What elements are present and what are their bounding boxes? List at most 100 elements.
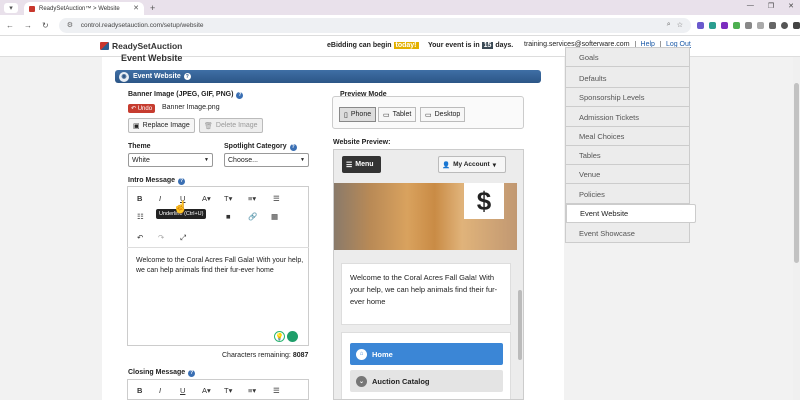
extension-icon[interactable] bbox=[721, 21, 728, 29]
maximize-icon[interactable]: ❐ bbox=[768, 2, 774, 10]
catalog-label: Auction Catalog bbox=[372, 376, 430, 386]
font-color-icon[interactable]: A▾ bbox=[202, 194, 211, 203]
menu-button[interactable]: ☰ Menu bbox=[342, 156, 381, 173]
closing-editor[interactable] bbox=[127, 379, 309, 400]
font-color-icon[interactable]: A▾ bbox=[202, 386, 211, 395]
numbered-list-icon[interactable]: ☷ bbox=[137, 212, 144, 221]
sidebar-item-event-showcase[interactable]: Event Showcase bbox=[566, 224, 689, 243]
help-icon[interactable]: ? bbox=[188, 369, 196, 377]
logo-mark-icon bbox=[100, 42, 109, 50]
url-field[interactable]: ⚙ control.readysetauction.com/setup/webs… bbox=[58, 17, 691, 33]
font-size-icon[interactable]: T▾ bbox=[224, 386, 232, 395]
undo-button[interactable]: ↶ Undo bbox=[128, 104, 156, 113]
url-actions: ⌕ ☆ bbox=[667, 21, 683, 29]
sidepanel-icon[interactable] bbox=[757, 21, 764, 29]
desktop-icon: ▭ bbox=[425, 111, 432, 119]
preview-catalog-link[interactable]: ⌄ Auction Catalog bbox=[350, 370, 503, 392]
preview-intro-card: Welcome to the Coral Acres Fall Gala! Wi… bbox=[341, 263, 511, 325]
logo[interactable]: ReadySetAuction bbox=[100, 41, 182, 51]
page-scrollbar-thumb[interactable] bbox=[794, 83, 799, 263]
intro-editor-text[interactable]: Welcome to the Coral Acres Fall Gala! Wi… bbox=[136, 256, 306, 276]
my-account-label: My Account bbox=[453, 161, 490, 168]
theme-value: White bbox=[132, 156, 150, 164]
spotlight-select[interactable]: Choose... ▼ bbox=[224, 153, 309, 167]
link-icon[interactable]: 🔗 bbox=[248, 212, 257, 221]
italic-icon[interactable]: I bbox=[159, 194, 161, 203]
forward-icon[interactable]: → bbox=[24, 21, 32, 30]
banner-image-label: Banner Image (JPEG, GIF, PNG)? bbox=[128, 91, 244, 99]
back-icon[interactable]: ← bbox=[6, 21, 14, 30]
sidebar-item-goals[interactable]: Goals bbox=[566, 48, 689, 67]
align-icon[interactable]: ≡▾ bbox=[248, 194, 256, 203]
bookmark-star-icon[interactable]: ☆ bbox=[677, 21, 683, 29]
event-days-badge: 15 bbox=[481, 42, 494, 49]
underline-icon[interactable]: U bbox=[180, 386, 185, 395]
extension-icon[interactable] bbox=[697, 21, 704, 29]
reload-icon[interactable]: ↻ bbox=[42, 21, 49, 30]
ebidding-badge: today! bbox=[393, 42, 419, 49]
left-gutter bbox=[0, 57, 102, 400]
tablet-preview-button[interactable]: ▭ Tablet bbox=[378, 107, 417, 122]
caret-down-icon: ▾ bbox=[492, 161, 496, 169]
theme-select[interactable]: White ▼ bbox=[128, 153, 213, 167]
image-icon: ▣ bbox=[133, 122, 140, 130]
desktop-preview-button[interactable]: ▭ Desktop bbox=[420, 107, 466, 122]
bullet-list-icon[interactable]: ☰ bbox=[273, 194, 280, 203]
sidebar-item-event-website[interactable]: Event Website bbox=[566, 204, 696, 223]
help-icon[interactable]: ? bbox=[289, 143, 297, 151]
event-prefix: Your event is in bbox=[428, 42, 480, 49]
sidebar-item-tables[interactable]: Tables bbox=[566, 146, 689, 165]
sidebar-item-admission-tickets[interactable]: Admission Tickets bbox=[566, 108, 689, 127]
grammarly-bulb-icon[interactable]: 💡 bbox=[274, 331, 285, 342]
preview-scrollbar[interactable] bbox=[518, 290, 522, 360]
close-tab-icon[interactable]: ✕ bbox=[133, 4, 139, 12]
favicon-icon bbox=[29, 5, 35, 12]
site-info-icon[interactable]: ⚙ bbox=[67, 21, 75, 29]
bold-icon[interactable]: B bbox=[137, 194, 142, 203]
sidebar-item-meal-choices[interactable]: Meal Choices bbox=[566, 127, 689, 146]
redo-icon[interactable]: ↷ bbox=[158, 233, 164, 242]
intro-message-label-text: Intro Message bbox=[128, 177, 176, 184]
bold-icon[interactable]: B bbox=[137, 386, 142, 395]
close-window-icon[interactable]: ✕ bbox=[788, 2, 794, 10]
sidebar-item-venue[interactable]: Venue bbox=[566, 165, 689, 184]
tab-search-button[interactable]: ▾ bbox=[4, 2, 18, 13]
my-account-button[interactable]: 👤 My Account ▾ bbox=[438, 156, 506, 173]
trash-icon: 🗑 bbox=[204, 122, 213, 130]
extension-icon[interactable] bbox=[733, 21, 740, 29]
fullscreen-icon[interactable]: ⤢ bbox=[180, 233, 186, 243]
replace-image-button[interactable]: ▣ Replace Image bbox=[128, 118, 195, 133]
help-icon[interactable]: ? bbox=[183, 73, 191, 80]
extensions-puzzle-icon[interactable] bbox=[745, 21, 752, 29]
grammarly-icon[interactable] bbox=[287, 331, 298, 342]
font-size-icon[interactable]: T▾ bbox=[224, 194, 232, 203]
toolbar-divider bbox=[127, 247, 309, 248]
bullet-list-icon[interactable]: ☰ bbox=[273, 386, 280, 395]
website-preview-frame: ☰ Menu 👤 My Account ▾ $ Welcome to the C… bbox=[333, 149, 524, 400]
preview-nav: ⌂ Home ⌄ Auction Catalog bbox=[341, 332, 511, 399]
sidebar-item-defaults[interactable]: Defaults bbox=[566, 69, 689, 88]
new-tab-button[interactable]: + bbox=[150, 3, 155, 13]
phone-preview-button[interactable]: ▯ Phone bbox=[339, 107, 377, 122]
video-icon[interactable]: ■ bbox=[226, 212, 231, 221]
delete-image-button[interactable]: 🗑 Delete Image bbox=[199, 118, 263, 133]
help-icon[interactable]: ? bbox=[236, 91, 244, 99]
italic-icon[interactable]: I bbox=[159, 386, 161, 395]
chevron-down-icon: ⌄ bbox=[356, 375, 367, 387]
align-icon[interactable]: ≡▾ bbox=[248, 386, 256, 395]
table-icon[interactable]: ▦ bbox=[271, 212, 278, 221]
sidebar-item-sponsorship-levels[interactable]: Sponsorship Levels bbox=[566, 88, 689, 107]
extension-icon[interactable] bbox=[709, 21, 716, 29]
zoom-icon[interactable]: ⌕ bbox=[667, 21, 671, 29]
browser-tab[interactable]: ReadySetAuction™ > Website ✕ bbox=[24, 2, 144, 15]
closing-message-label: Closing Message? bbox=[128, 369, 196, 377]
help-icon[interactable]: ? bbox=[178, 177, 186, 185]
profile-icon[interactable] bbox=[781, 21, 788, 29]
preview-home-link[interactable]: ⌂ Home bbox=[350, 343, 503, 365]
url-text: control.readysetauction.com/setup/websit… bbox=[80, 21, 204, 29]
undo-icon[interactable]: ↶ bbox=[137, 233, 143, 242]
download-icon[interactable] bbox=[769, 21, 776, 29]
sidebar-item-policies[interactable]: Policies bbox=[566, 185, 689, 204]
more-menu-icon[interactable] bbox=[793, 21, 800, 29]
minimize-icon[interactable]: — bbox=[747, 2, 754, 10]
